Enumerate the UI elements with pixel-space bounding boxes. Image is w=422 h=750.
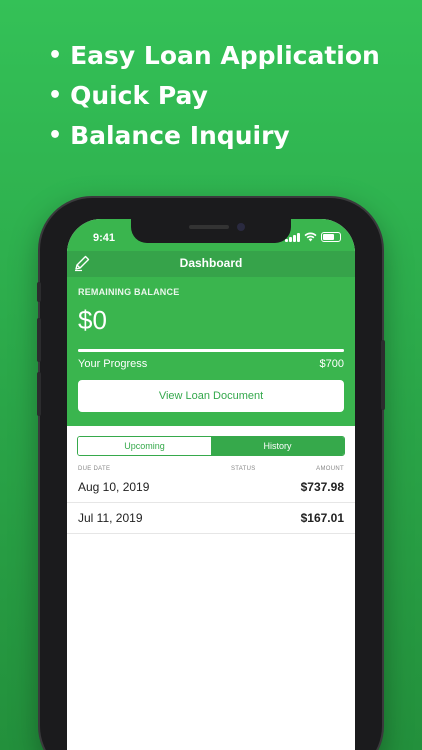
table-header: DUE DATE STATUS AMOUNT (67, 456, 355, 472)
phone-mute-switch (37, 282, 41, 302)
column-header-amount: AMOUNT (316, 466, 344, 472)
balance-card: REMAINING BALANCE $0 Your Progress $700 … (67, 277, 355, 426)
promo-text: Easy Loan Application (70, 41, 380, 70)
progress-row: Your Progress $700 (78, 358, 344, 370)
promo-bullet: • Balance Inquiry (48, 116, 380, 156)
promo-bullet: • Quick Pay (48, 76, 380, 116)
phone-notch (131, 219, 291, 243)
phone-power-button (381, 340, 385, 410)
balance-amount: $0 (78, 305, 107, 335)
app-screen: 9:41 Dashboard REMAINING BALANCE $0 Your… (67, 219, 355, 750)
tab-history[interactable]: History (211, 437, 344, 455)
tab-upcoming[interactable]: Upcoming (78, 437, 211, 455)
table-row[interactable]: Jul 11, 2019 $167.01 (67, 503, 355, 534)
balance-label: REMAINING BALANCE (78, 287, 180, 297)
phone-volume-up-button (37, 318, 41, 362)
tab-bar: Upcoming History (67, 426, 355, 456)
progress-fill (78, 349, 344, 352)
progress-bar (78, 349, 344, 352)
column-header-status: STATUS (230, 466, 256, 472)
payment-list: Aug 10, 2019 $737.98 Jul 11, 2019 $167.0… (67, 472, 355, 534)
row-date: Jul 11, 2019 (78, 511, 143, 525)
front-camera-icon (237, 223, 245, 231)
phone-volume-down-button (37, 372, 41, 416)
battery-icon (321, 232, 341, 242)
promo-text: Quick Pay (70, 81, 208, 110)
row-date: Aug 10, 2019 (78, 480, 150, 494)
progress-label: Your Progress (78, 358, 148, 370)
nav-bar: Dashboard (67, 251, 355, 277)
table-row[interactable]: Aug 10, 2019 $737.98 (67, 472, 355, 503)
bullet-dot-icon: • (48, 83, 63, 108)
speaker-grille (189, 225, 229, 229)
row-amount: $167.01 (300, 511, 344, 525)
view-loan-document-button[interactable]: View Loan Document (78, 380, 344, 412)
promo-bullet: • Easy Loan Application (48, 36, 380, 76)
column-header-due-date: DUE DATE (78, 466, 111, 472)
promo-list: • Easy Loan Application • Quick Pay • Ba… (48, 36, 380, 156)
promo-text: Balance Inquiry (70, 121, 290, 150)
segmented-control: Upcoming History (77, 436, 345, 456)
status-time: 9:41 (93, 232, 116, 244)
bullet-dot-icon: • (48, 123, 63, 148)
nav-title: Dashboard (179, 256, 243, 270)
bullet-dot-icon: • (48, 43, 63, 68)
progress-amount: $700 (319, 358, 344, 370)
wifi-icon (304, 232, 317, 242)
row-amount: $737.98 (300, 480, 344, 494)
status-icons (285, 232, 341, 242)
